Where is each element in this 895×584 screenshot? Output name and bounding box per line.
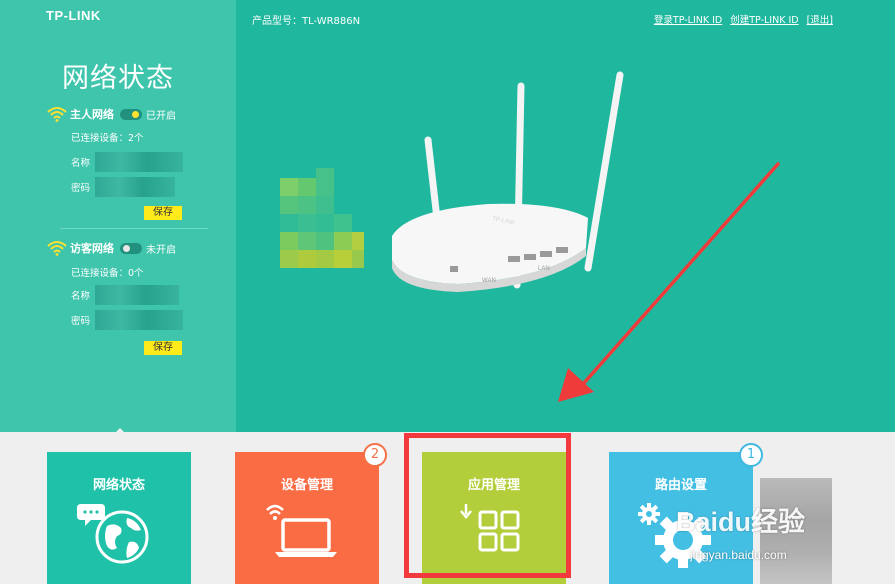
guest-password-label: 密码: [71, 315, 91, 327]
panel-pointer: [113, 428, 127, 435]
tile-network-status[interactable]: 网络状态: [47, 452, 191, 584]
panel-title: 网络状态: [62, 63, 174, 94]
top-banner: TP-LINK 网络状态 主人网络 已开启 已连接设备：2个 名称 密码 保存 …: [0, 0, 895, 435]
guest-network-name: 访客网络: [70, 242, 114, 255]
wifi-icon: [47, 107, 67, 122]
guest-name-field[interactable]: [95, 284, 179, 305]
laptop-wifi-icon: [266, 504, 337, 557]
host-network-name: 主人网络: [70, 108, 114, 121]
wan-label: WAN: [482, 278, 496, 284]
create-id-link[interactable]: 创建TP-LINK ID: [730, 12, 798, 26]
tile-label: 设备管理: [280, 478, 333, 493]
host-network-toggle[interactable]: [120, 108, 142, 120]
guest-name-label: 名称: [71, 290, 91, 302]
host-connected-devices: 已连接设备：2个: [71, 133, 144, 144]
host-network-state: 已开启: [146, 110, 176, 122]
host-password-row: 密码: [71, 174, 206, 199]
guest-network-state: 未开启: [146, 244, 176, 256]
guest-connected-devices: 已连接设备：0个: [71, 268, 144, 279]
account-links: 登录TP-LINK ID 创建TP-LINK ID [退出]: [654, 12, 833, 26]
product-model: 产品型号：TL-WR886N: [252, 16, 361, 27]
device-count-badge: 2: [363, 443, 387, 467]
guest-password-row: 密码: [71, 307, 206, 332]
tile-label: 路由设置: [654, 478, 707, 493]
tplink-logo: TP-LINK: [46, 8, 101, 23]
tile-label: 网络状态: [92, 478, 145, 493]
settings-count-badge: 1: [739, 443, 763, 467]
login-link[interactable]: 登录TP-LINK ID: [654, 12, 722, 26]
globe-chat-icon: [77, 504, 149, 564]
guest-network-block: 访客网络 未开启 已连接设备：0个 名称 密码 保存: [46, 240, 206, 355]
baidu-watermark: Baidu经验: [676, 507, 806, 537]
host-name-field[interactable]: [95, 151, 183, 172]
guest-name-row: 名称: [71, 282, 206, 307]
guest-save-button[interactable]: 保存: [144, 341, 182, 355]
network-status-panel: TP-LINK 网络状态 主人网络 已开启 已连接设备：2个 名称 密码 保存 …: [0, 0, 236, 435]
pixelated-blob: [280, 168, 364, 268]
wifi-icon: [47, 241, 67, 256]
host-name-row: 名称: [71, 149, 206, 174]
tile-device-management[interactable]: 设备管理: [235, 452, 379, 584]
guest-password-field[interactable]: [95, 309, 183, 330]
guest-network-toggle[interactable]: [120, 242, 142, 254]
baidu-watermark-url: jingyan.baidu.com: [690, 548, 787, 562]
host-password-field[interactable]: [95, 176, 175, 197]
panel-divider: [60, 228, 208, 229]
highlight-box-annotation: [404, 433, 571, 578]
exit-link[interactable]: [退出]: [807, 12, 833, 26]
host-save-button[interactable]: 保存: [144, 206, 182, 220]
lan-label: LAN: [538, 266, 550, 272]
host-password-label: 密码: [71, 182, 91, 194]
host-network-block: 主人网络 已开启 已连接设备：2个 名称 密码 保存: [46, 106, 206, 220]
red-arrow-annotation: [558, 162, 780, 402]
host-name-label: 名称: [71, 157, 91, 169]
